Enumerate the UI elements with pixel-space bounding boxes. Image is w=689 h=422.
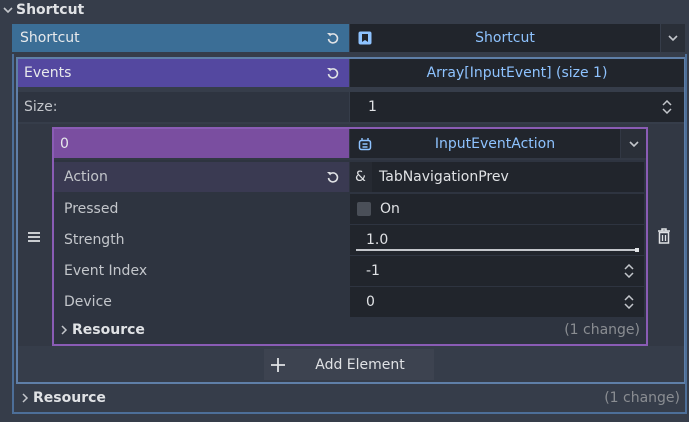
action-value: TabNavigationPrev xyxy=(379,169,509,185)
element-resource-section[interactable]: Resource (1 change) xyxy=(54,318,646,342)
chevron-down-icon xyxy=(668,33,678,43)
add-element-button[interactable]: Add Element xyxy=(264,349,434,380)
events-property-label: Events xyxy=(18,59,349,87)
strength-value: 1.0 xyxy=(366,232,389,248)
device-spinbox[interactable]: 0 xyxy=(350,287,644,317)
shortcut-property-label: Shortcut xyxy=(12,24,349,52)
device-label: Device xyxy=(64,294,112,310)
chevron-down-icon xyxy=(628,139,639,149)
element-resource-label: Resource xyxy=(72,322,145,338)
element-index: 0 xyxy=(60,135,69,152)
resource-label: Resource xyxy=(33,390,106,406)
add-element-label: Add Element xyxy=(315,356,405,373)
shortcut-dropdown-button[interactable] xyxy=(661,24,685,52)
pressed-checkbox-label: On xyxy=(380,201,400,217)
events-array-button[interactable]: Array[InputEvent] (size 1) xyxy=(350,59,684,87)
action-prefix: & xyxy=(355,169,366,185)
strength-slider-track[interactable] xyxy=(356,248,639,252)
chevron-right-icon xyxy=(60,325,68,335)
strength-label-cell: Strength xyxy=(54,225,349,255)
shortcut-value: Shortcut xyxy=(475,30,535,46)
element-index-label: 0 xyxy=(54,129,349,158)
device-label-cell: Device xyxy=(54,287,349,317)
resource-changes: (1 change) xyxy=(604,390,680,406)
size-value: 1 xyxy=(368,99,377,115)
shortcut-label: Shortcut xyxy=(20,30,80,46)
action-field[interactable]: & TabNavigationPrev xyxy=(350,162,644,192)
element-type-picker[interactable]: InputEventAction xyxy=(350,129,620,158)
action-label-cell: Action xyxy=(54,162,349,192)
drag-handle-icon[interactable] xyxy=(27,231,41,243)
size-label-cell: Size: xyxy=(18,92,349,122)
resource-section[interactable]: Resource (1 change) xyxy=(16,386,686,410)
event-index-label-cell: Event Index xyxy=(54,256,349,286)
shortcut-resource-picker[interactable]: Shortcut xyxy=(350,24,660,52)
updown-icon[interactable] xyxy=(624,295,634,309)
section-header-shortcut[interactable]: Shortcut xyxy=(0,0,689,20)
event-index-label: Event Index xyxy=(64,263,148,279)
checkbox-icon[interactable] xyxy=(357,202,371,216)
section-title: Shortcut xyxy=(16,2,85,18)
strength-label: Strength xyxy=(64,232,125,248)
action-label: Action xyxy=(64,169,108,185)
pressed-label-cell: Pressed xyxy=(54,194,349,224)
chevron-right-icon xyxy=(21,393,29,403)
event-index-value: -1 xyxy=(366,263,380,279)
revert-icon[interactable] xyxy=(326,66,340,80)
element-type-dropdown-button[interactable] xyxy=(621,129,646,158)
revert-icon[interactable] xyxy=(326,31,340,45)
element-type: InputEventAction xyxy=(434,135,556,152)
element-resource-changes: (1 change) xyxy=(564,322,640,338)
strength-slider-fill xyxy=(356,249,638,251)
events-label: Events xyxy=(24,65,72,81)
updown-icon[interactable] xyxy=(662,100,672,114)
action-input[interactable]: TabNavigationPrev xyxy=(372,162,644,192)
chevron-down-icon xyxy=(3,5,13,15)
events-value: Array[InputEvent] (size 1) xyxy=(426,65,608,81)
event-index-spinbox[interactable]: -1 xyxy=(350,256,644,286)
device-value: 0 xyxy=(366,294,375,310)
strength-slider[interactable]: 1.0 xyxy=(350,225,644,255)
pressed-checkbox[interactable]: On xyxy=(350,194,644,224)
size-spinbox[interactable]: 1 xyxy=(350,92,684,122)
updown-icon[interactable] xyxy=(624,264,634,278)
trash-icon[interactable] xyxy=(657,228,671,244)
size-label: Size: xyxy=(24,99,58,115)
pressed-label: Pressed xyxy=(64,201,119,217)
strength-slider-grabber[interactable] xyxy=(635,248,639,252)
revert-icon[interactable] xyxy=(326,170,340,184)
